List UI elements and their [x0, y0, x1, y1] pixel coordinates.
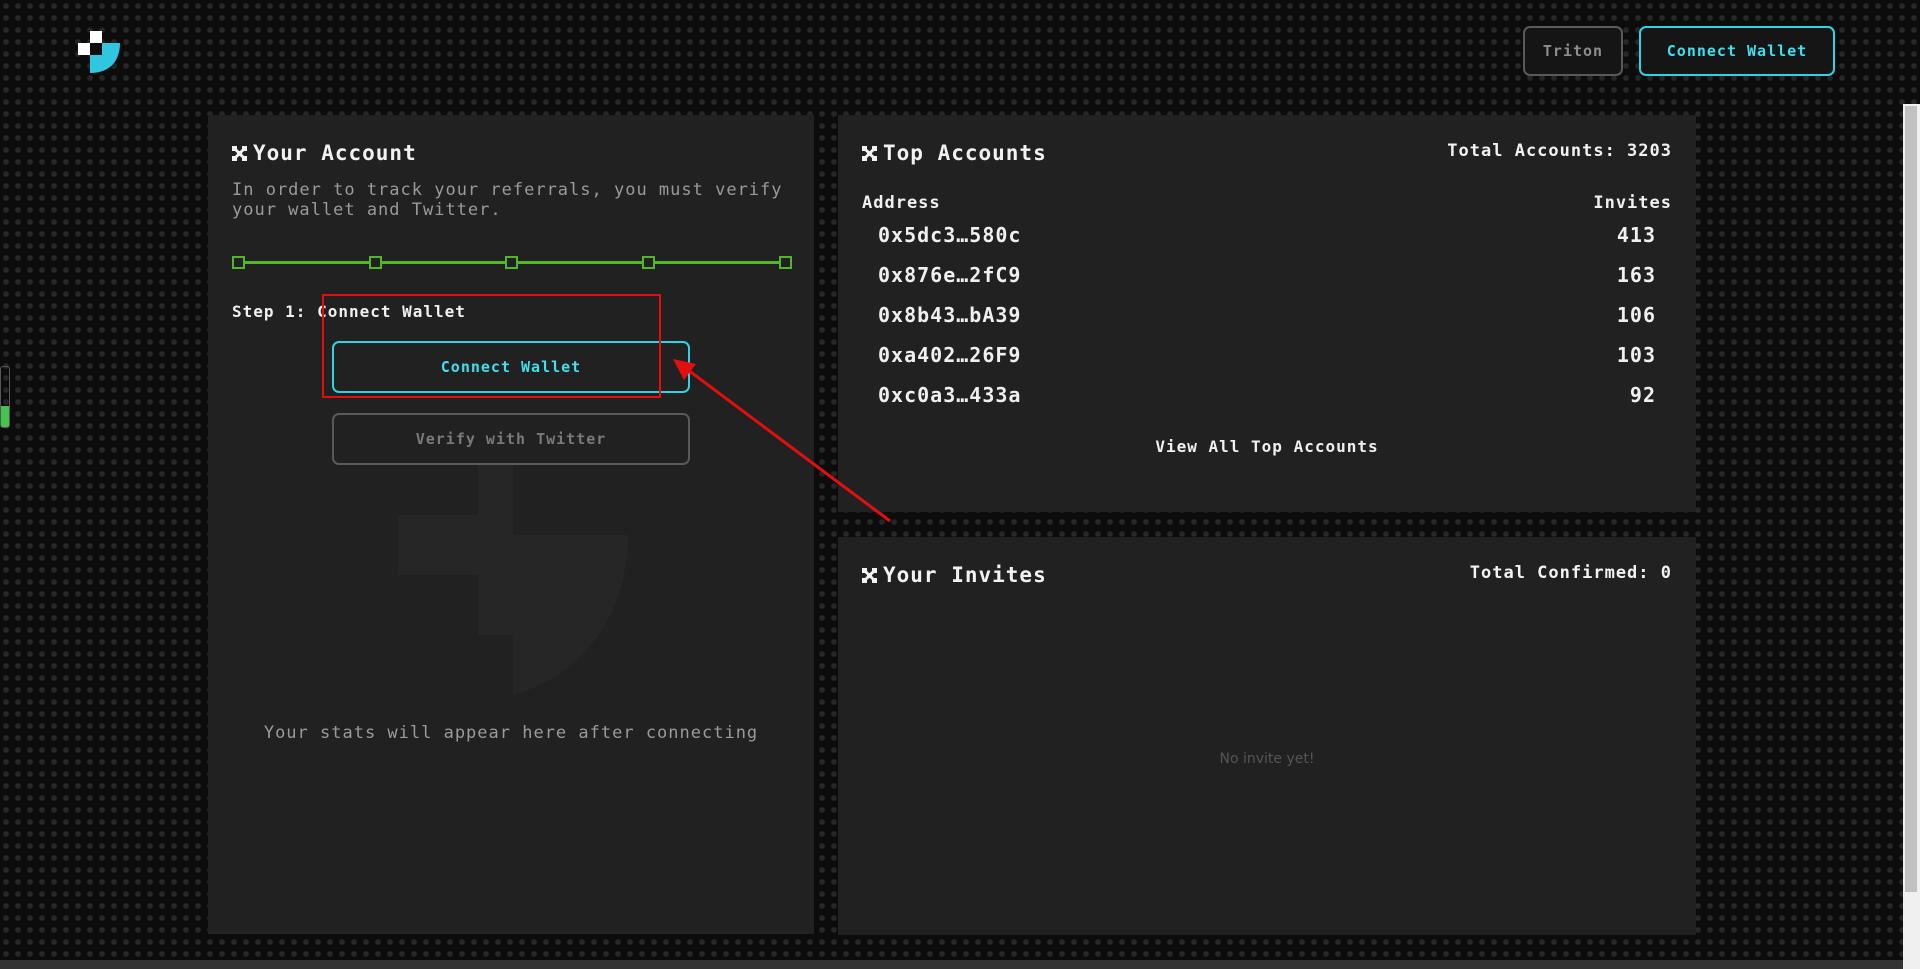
- account-address: 0xc0a3…433a: [878, 383, 1022, 407]
- progress-step-node: [369, 256, 382, 269]
- your-invites-title: Your Invites: [862, 563, 1047, 587]
- table-row[interactable]: 0x876e…2fC9 163: [878, 263, 1656, 303]
- your-invites-title-text: Your Invites: [883, 563, 1047, 587]
- page-scrollbar[interactable]: [1903, 104, 1920, 969]
- account-invites: 92: [1629, 383, 1656, 407]
- annotation-highlight-box: [322, 294, 661, 398]
- header-connect-wallet-button[interactable]: Connect Wallet: [1639, 26, 1835, 76]
- your-invites-panel: Your Invites Total Confirmed: 0 No invit…: [838, 537, 1696, 935]
- triton-button[interactable]: Triton: [1523, 26, 1623, 76]
- account-invites: 106: [1616, 303, 1656, 327]
- side-level-meter: [0, 366, 10, 428]
- account-address: 0x5dc3…580c: [878, 223, 1022, 247]
- account-address: 0x876e…2fC9: [878, 263, 1022, 287]
- account-address: 0x8b43…bA39: [878, 303, 1022, 327]
- side-level-meter-fill: [1, 406, 9, 427]
- scrollbar-thumb[interactable]: [1905, 106, 1917, 892]
- table-row[interactable]: 0x5dc3…580c 413: [878, 223, 1656, 263]
- progress-step-node: [505, 256, 518, 269]
- top-accounts-list: 0x5dc3…580c 413 0x876e…2fC9 163 0x8b43…b…: [878, 223, 1656, 423]
- your-account-title: Your Account: [232, 141, 417, 165]
- cross-icon: [862, 567, 877, 583]
- top-accounts-title-text: Top Accounts: [883, 141, 1047, 165]
- verify-twitter-button[interactable]: Verify with Twitter: [332, 413, 690, 465]
- invites-column-header: Invites: [1593, 193, 1672, 213]
- total-confirmed-count: Total Confirmed: 0: [1469, 563, 1672, 583]
- your-account-title-text: Your Account: [253, 141, 417, 165]
- brand-logo-icon[interactable]: [78, 31, 120, 73]
- progress-step-node: [779, 256, 792, 269]
- table-row[interactable]: 0xc0a3…433a 92: [878, 383, 1656, 423]
- cross-icon: [232, 145, 247, 161]
- verification-progress: [232, 255, 792, 269]
- progress-step-node: [232, 256, 245, 269]
- progress-step-node: [642, 256, 655, 269]
- your-account-panel: Your Account In order to track your refe…: [208, 115, 814, 934]
- top-accounts-title: Top Accounts: [862, 141, 1047, 165]
- top-accounts-panel: Top Accounts Total Accounts: 3203 Addres…: [838, 115, 1696, 512]
- address-column-header: Address: [862, 193, 941, 213]
- account-intro-text: In order to track your referrals, you mu…: [232, 180, 783, 220]
- bottom-edge-strip: [0, 960, 1903, 969]
- stats-placeholder-text: Your stats will appear here after connec…: [263, 723, 759, 743]
- no-invites-message: No invite yet!: [1219, 751, 1315, 767]
- total-accounts-count: Total Accounts: 3203: [1447, 141, 1672, 161]
- cross-icon: [862, 145, 877, 161]
- top-accounts-header-row: Address Invites: [862, 193, 1672, 213]
- account-address: 0xa402…26F9: [878, 343, 1022, 367]
- account-invites: 413: [1616, 223, 1656, 247]
- account-invites: 163: [1616, 263, 1656, 287]
- table-row[interactable]: 0xa402…26F9 103: [878, 343, 1656, 383]
- table-row[interactable]: 0x8b43…bA39 106: [878, 303, 1656, 343]
- logo-watermark-icon: [398, 445, 628, 695]
- view-all-top-accounts-link[interactable]: View All Top Accounts: [838, 437, 1696, 456]
- account-invites: 103: [1616, 343, 1656, 367]
